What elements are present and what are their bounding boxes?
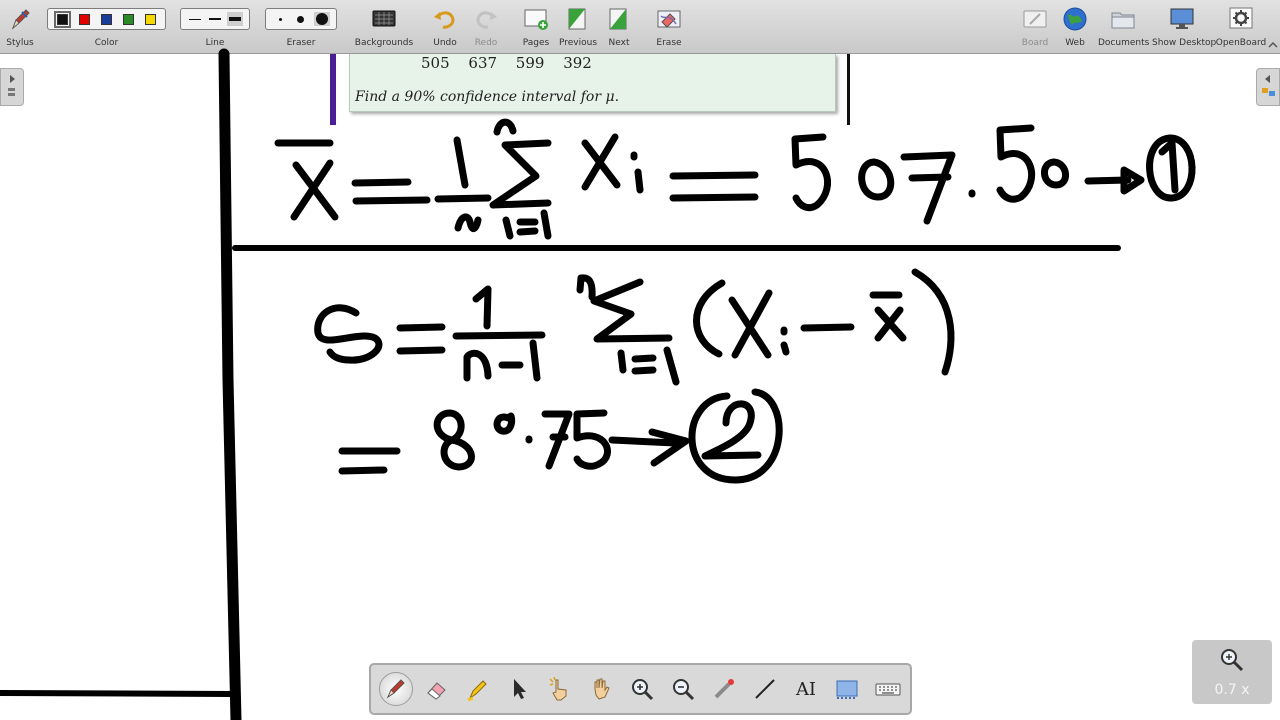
keyboard-icon <box>875 683 901 696</box>
virtual-keyboard-button[interactable] <box>871 672 905 706</box>
zoom-indicator[interactable]: 0.7 x <box>1192 640 1272 704</box>
pen-tool-button[interactable] <box>379 672 413 706</box>
pointer-arrow-icon <box>514 679 526 699</box>
hand-icon <box>594 678 610 700</box>
zoom-out-icon <box>673 679 695 701</box>
highlighter-icon <box>467 680 487 702</box>
tool-dock: AI <box>369 663 912 715</box>
ink-mean-formula <box>274 118 1196 240</box>
eraser-icon <box>427 682 446 700</box>
zoom-in-icon <box>632 679 654 701</box>
ink-bottom-left-line <box>0 690 235 697</box>
handwriting-canvas[interactable] <box>0 0 1280 720</box>
eraser-tool-button[interactable] <box>420 672 454 706</box>
pointing-hand-icon <box>549 676 567 701</box>
zoom-in-button[interactable] <box>625 672 659 706</box>
ink-std-dev-formula <box>314 268 955 484</box>
pen-icon <box>386 679 405 699</box>
highlighter-tool-button[interactable] <box>461 672 495 706</box>
interact-tool-button[interactable] <box>543 672 577 706</box>
line-tool-button[interactable] <box>748 672 782 706</box>
text-tool-button[interactable]: AI <box>789 672 823 706</box>
zoom-out-button[interactable] <box>666 672 700 706</box>
zoom-level-text: 0.7 x <box>1214 682 1250 698</box>
text-tool-icon: AI <box>795 678 817 700</box>
line-icon <box>755 679 775 699</box>
laser-pointer-icon <box>714 679 734 699</box>
capture-icon <box>836 680 858 699</box>
select-tool-button[interactable] <box>502 672 536 706</box>
hand-tool-button[interactable] <box>584 672 618 706</box>
laser-pointer-button[interactable] <box>707 672 741 706</box>
ink-vertical-frame-line <box>218 48 242 720</box>
magnifier-icon <box>1221 649 1244 672</box>
capture-tool-button[interactable] <box>830 672 864 706</box>
